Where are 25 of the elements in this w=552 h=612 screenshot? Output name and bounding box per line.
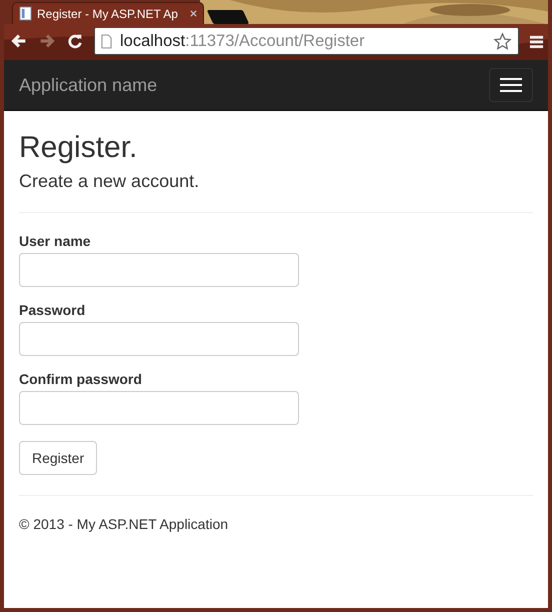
input-field[interactable] [19, 253, 299, 287]
back-arrow-icon[interactable] [10, 32, 28, 50]
menu-button[interactable] [489, 68, 533, 102]
page-icon [101, 34, 112, 48]
address-bar[interactable]: localhost:11373/Account/Register [94, 27, 519, 55]
url-host: localhost [120, 32, 186, 50]
field-label: Confirm password [19, 371, 142, 387]
register-button[interactable]: Register [19, 441, 98, 475]
footer-text: © 2013 - My ASP.NET Application [19, 516, 230, 532]
input-field[interactable] [19, 322, 299, 356]
page-title: Register. [19, 131, 138, 165]
browser-tab[interactable]: Register - My ASP.NET Ap [12, 2, 204, 24]
field-label: User name [19, 233, 91, 249]
page-subtitle: Create a new account. [19, 171, 200, 192]
field-label: Password [19, 302, 86, 318]
menu-icon[interactable] [529, 34, 544, 48]
reload-icon[interactable] [66, 32, 84, 50]
menu-icon [500, 78, 522, 92]
tab-title: Register - My ASP.NET Ap [37, 6, 179, 20]
brand-link[interactable]: Application name [19, 74, 158, 96]
close-icon[interactable] [190, 10, 197, 17]
input-field[interactable] [19, 391, 299, 425]
star-icon[interactable] [493, 32, 512, 50]
page-icon [19, 6, 32, 21]
url-path: :11373/Account/Register [185, 32, 366, 50]
